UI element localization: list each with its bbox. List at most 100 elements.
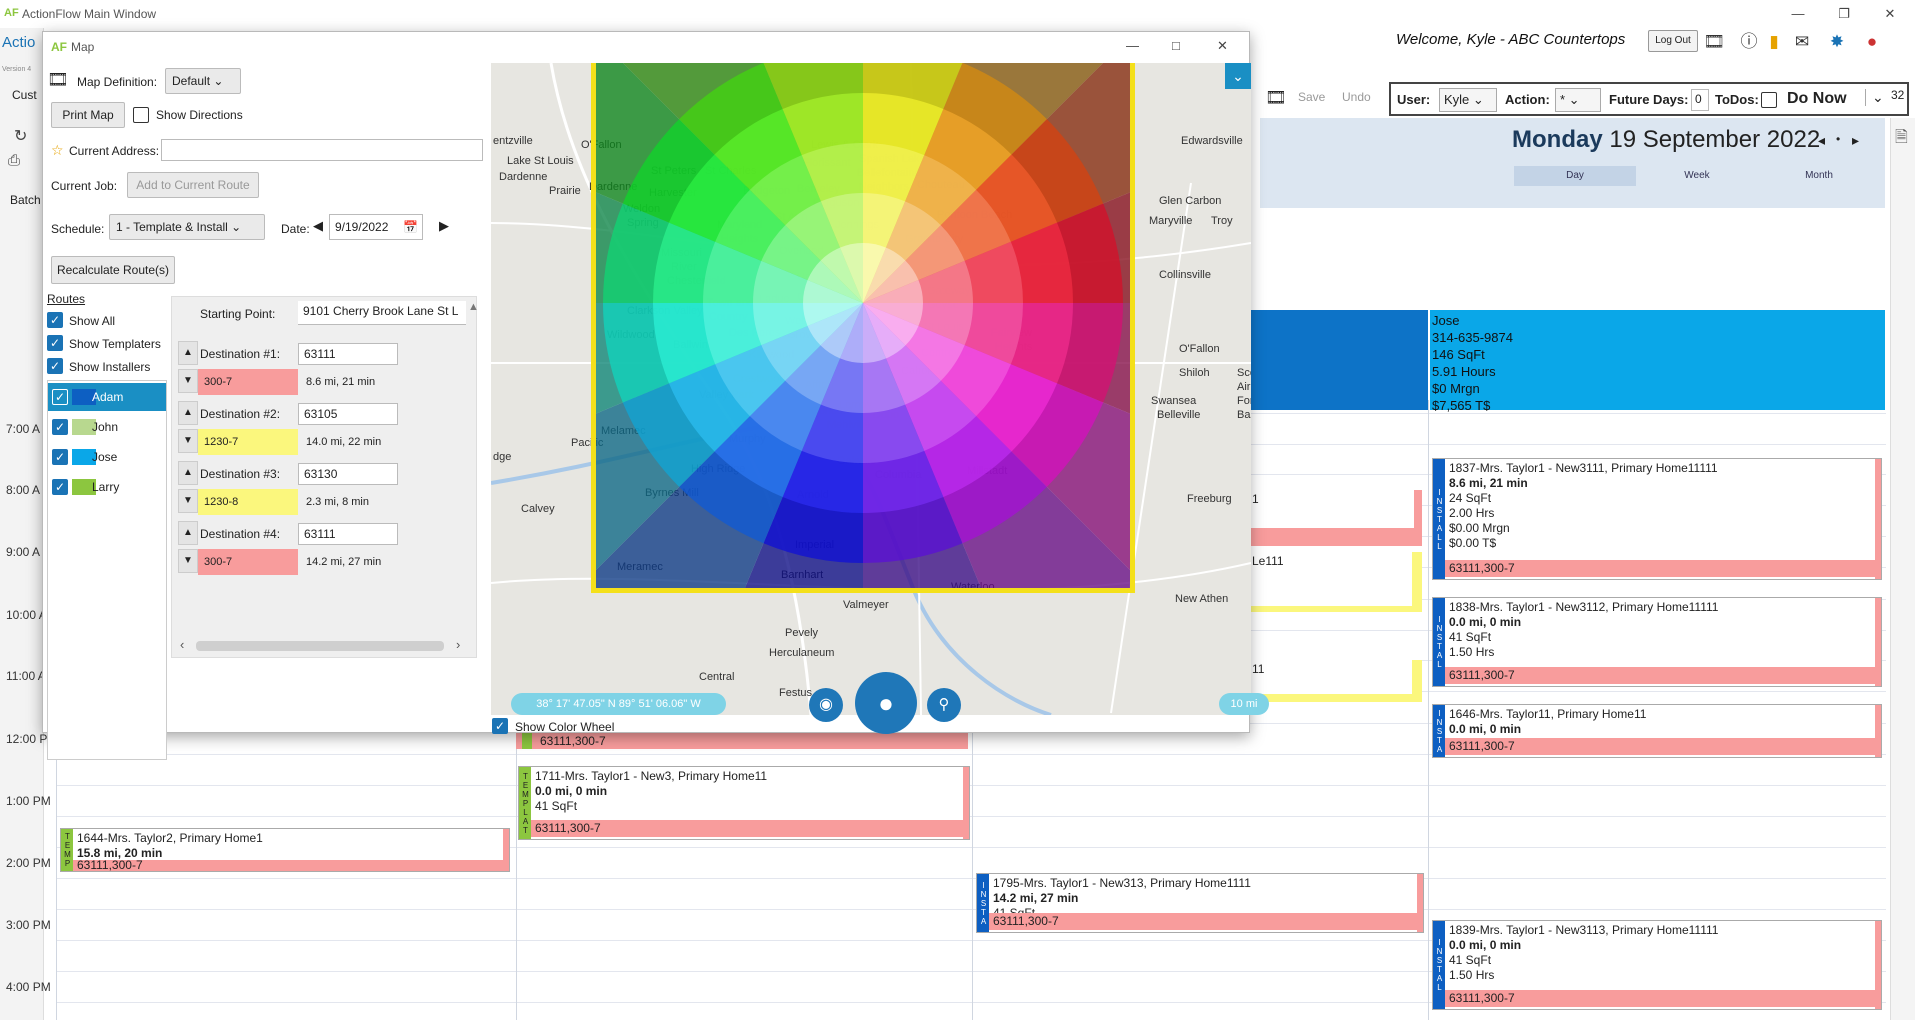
route-row-larry[interactable]: ✓ Larry (48, 473, 166, 501)
schedule-select[interactable]: 1 - Template & Install ⌄ (109, 214, 265, 240)
show-templaters-checkbox[interactable]: ✓ (47, 335, 63, 351)
current-address-input[interactable] (161, 139, 483, 161)
action-select[interactable]: * ⌄ (1555, 88, 1601, 112)
destination-input[interactable]: 63111 (298, 343, 398, 365)
date-input[interactable]: 9/19/2022 📅 (329, 214, 423, 240)
route-row-adam[interactable]: ✓ Adam (48, 383, 166, 411)
scroll-left-icon[interactable]: ‹ (180, 637, 184, 652)
notes-icon[interactable]: ▮ (1762, 30, 1786, 54)
refresh-icon[interactable]: ↻ (14, 126, 27, 146)
zoom-search-icon[interactable]: ⚲ (927, 688, 961, 722)
route-row-john[interactable]: ✓ John (48, 413, 166, 441)
route-checkbox-larry[interactable]: ✓ (52, 479, 68, 495)
map-place-label: Air (1237, 381, 1251, 393)
starting-point-input[interactable]: 9101 Cherry Brook Lane St L (298, 301, 466, 325)
date-next-icon[interactable]: ▶ (439, 218, 449, 234)
map-layers-dropdown-icon[interactable]: ⌄ (1225, 63, 1251, 89)
destination-input[interactable]: 63130 (298, 463, 398, 485)
show-installers-checkbox[interactable]: ✓ (47, 358, 63, 374)
current-address-label: Current Address: (69, 144, 160, 158)
restore-icon[interactable]: ❐ (1821, 0, 1867, 28)
do-now-label[interactable]: Do Now (1787, 90, 1847, 108)
route-checkbox-john[interactable]: ✓ (52, 419, 68, 435)
logout-button[interactable]: Log Out (1648, 30, 1698, 52)
jose-summary-card[interactable]: Jose 314-635-9874 146 SqFt 5.91 Hours $0… (1430, 310, 1885, 413)
route-name-adam: Adam (92, 390, 124, 404)
printer-icon[interactable]: ⎙ (8, 152, 20, 169)
show-color-wheel-checkbox[interactable]: ✓ (492, 718, 508, 734)
calendar-picker-icon[interactable]: 📅 (403, 218, 418, 236)
document-icon[interactable]: 🗎 (1895, 126, 1908, 153)
map-canvas[interactable]: entzvilleLake St LouisO'FallonLewis & Cl… (491, 63, 1251, 715)
view-week-button[interactable]: Week (1636, 166, 1758, 186)
star-icon[interactable]: ☆ (51, 142, 64, 159)
appointment-1646[interactable]: INSTA 1646-Mrs. Taylor11, Primary Home11… (1432, 704, 1882, 758)
batch-tab-fragment[interactable]: Batch (10, 193, 41, 207)
route-row-jose[interactable]: ✓ Jose (48, 443, 166, 471)
scroll-up-icon[interactable]: ▲ (468, 301, 479, 313)
view-month-button[interactable]: Month (1758, 166, 1880, 186)
route-checkbox-adam[interactable]: ✓ (52, 389, 68, 405)
help-icon[interactable]: ⓘ (1737, 30, 1761, 54)
appointment-fragment[interactable]: 11 (1250, 660, 1422, 702)
appointment-1711[interactable]: TEMPLAT 1711-Mrs. Taylor1 - New3, Primar… (518, 766, 970, 840)
show-directions-checkbox[interactable] (133, 107, 149, 123)
move-down-icon[interactable]: ▼ (178, 489, 198, 513)
appointment-1838[interactable]: INSTAL 1838-Mrs. Taylor1 - New3112, Prim… (1432, 597, 1882, 687)
route-checkbox-jose[interactable]: ✓ (52, 449, 68, 465)
undo-button[interactable]: Undo (1342, 90, 1371, 104)
future-days-input[interactable]: 0 (1691, 89, 1709, 111)
minimize-icon[interactable]: — (1775, 0, 1821, 28)
todos-checkbox[interactable] (1761, 92, 1777, 108)
connect-icon[interactable]: ✸ (1825, 30, 1849, 54)
appointment-1837[interactable]: INSTALL 1837-Mrs. Taylor1 - New3111, Pri… (1432, 458, 1882, 580)
move-down-icon[interactable]: ▼ (178, 369, 198, 393)
current-job-label: Current Job: (51, 179, 118, 193)
horizontal-scrollbar[interactable] (196, 641, 444, 651)
move-up-icon[interactable]: ▲ (178, 521, 198, 545)
customers-tab-fragment[interactable]: Cust (12, 88, 37, 102)
move-up-icon[interactable]: ▲ (178, 461, 198, 485)
save-button[interactable]: Save (1298, 90, 1325, 104)
appointment-fragment[interactable]: Le111 (1250, 552, 1422, 612)
appointment-fragment[interactable]: 1 (1250, 490, 1422, 546)
map-close-icon[interactable]: ✕ (1217, 38, 1228, 54)
destination-label: Destination #2: (200, 407, 281, 421)
today-dot-icon[interactable]: • (1836, 132, 1840, 146)
film-icon-toolbar[interactable]: 🎞 (1265, 88, 1287, 108)
destination-input[interactable]: 63111 (298, 523, 398, 545)
scroll-right-icon[interactable]: › (456, 637, 460, 652)
move-up-icon[interactable]: ▲ (178, 341, 198, 365)
map-definition-select[interactable]: Default ⌄ (165, 68, 241, 94)
eye-icon[interactable]: ◉ (809, 688, 843, 722)
user-select[interactable]: Kyle ⌄ (1439, 88, 1497, 112)
map-minimize-icon[interactable]: — (1126, 38, 1139, 53)
show-directions-label: Show Directions (156, 108, 243, 122)
route-name-john: John (92, 420, 119, 434)
mail-icon[interactable]: ✉ (1790, 30, 1814, 54)
map-maximize-icon[interactable]: □ (1172, 38, 1180, 53)
date-prev-icon[interactable]: ◀ (313, 218, 323, 234)
appointment-1839[interactable]: INSTAL 1839-Mrs. Taylor1 - New3113, Prim… (1432, 920, 1882, 1010)
move-down-icon[interactable]: ▼ (178, 549, 198, 573)
destination-input[interactable]: 63105 (298, 403, 398, 425)
color-wheel-frame[interactable] (591, 63, 1135, 593)
close-icon[interactable]: ✕ (1867, 0, 1913, 28)
next-day-icon[interactable]: ▸ (1852, 132, 1859, 149)
print-map-button[interactable]: Print Map (51, 102, 125, 128)
prev-day-icon[interactable]: ◂ (1818, 132, 1825, 149)
appointment-1644[interactable]: TEMP 1644-Mrs. Taylor2, Primary Home1 15.… (60, 828, 510, 872)
pan-control-icon[interactable]: ● (855, 672, 917, 734)
appointment-1795[interactable]: INSTA 1795-Mrs. Taylor1 - New313, Primar… (976, 873, 1424, 933)
appointment-foot-fragment[interactable]: 63111,300-7 (516, 733, 968, 749)
film-icon-map[interactable]: 🎞 (47, 70, 69, 90)
view-day-button[interactable]: Day (1514, 166, 1636, 186)
move-down-icon[interactable]: ▼ (178, 429, 198, 453)
show-all-checkbox[interactable]: ✓ (47, 312, 63, 328)
do-now-dropdown-icon[interactable]: ⌄ (1865, 89, 1884, 106)
move-up-icon[interactable]: ▲ (178, 401, 198, 425)
film-icon[interactable]: 🎞 (1702, 30, 1726, 54)
adam-header-card[interactable] (1248, 310, 1428, 410)
recalculate-routes-button[interactable]: Recalculate Route(s) (51, 256, 175, 284)
add-to-route-button[interactable]: Add to Current Route (127, 172, 259, 198)
